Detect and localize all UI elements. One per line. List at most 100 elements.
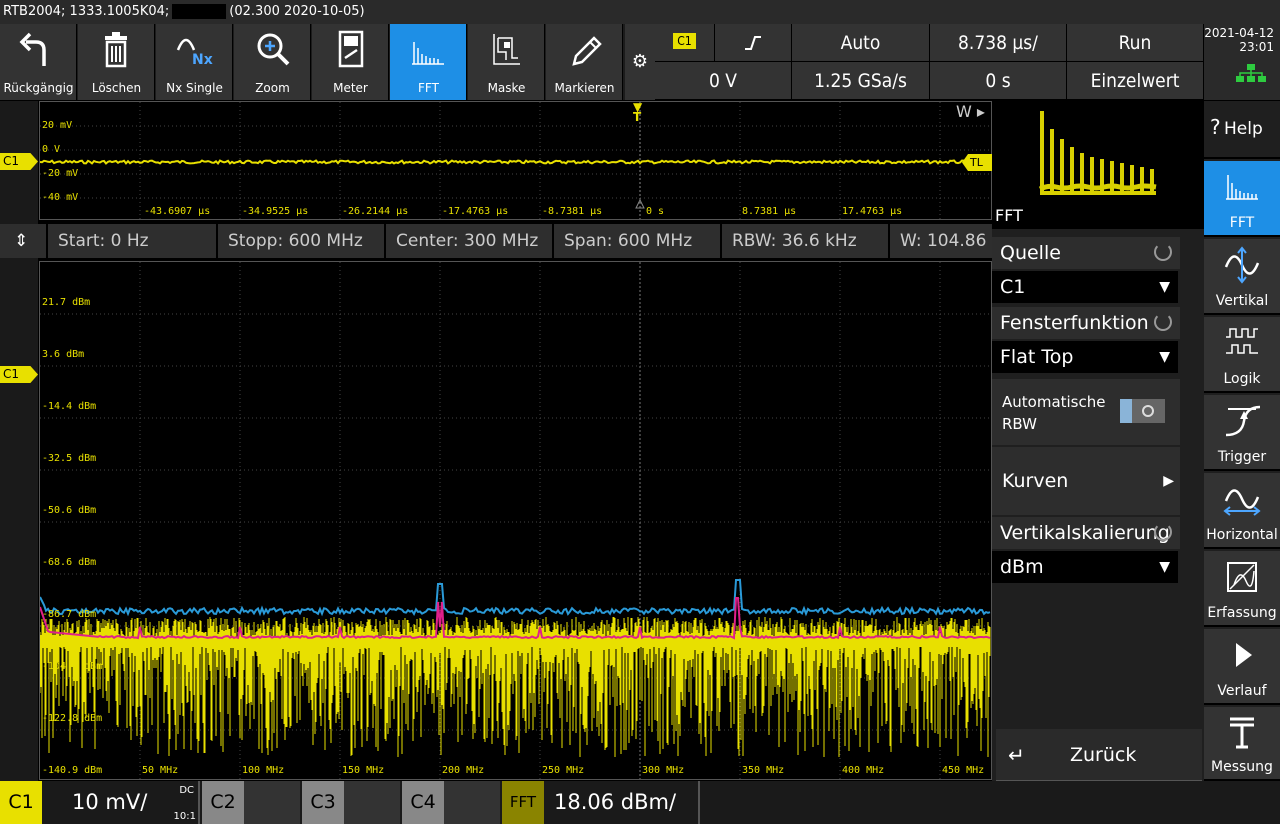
run-button[interactable]: Run [1067,24,1204,62]
fft-icon [1226,175,1258,200]
top-ylabel: -40 mV [42,192,79,203]
fft-channel-marker[interactable]: C1 [0,366,38,383]
channel-1-button[interactable]: C1 [0,781,42,824]
top-xlabel: -17.4763 µs [442,206,509,217]
fft-ylabel: -68.6 dBm [42,557,97,568]
meter-button[interactable]: Meter [312,24,389,100]
time-offset[interactable]: 0 s [930,62,1067,100]
delete-button[interactable]: Löschen [78,24,155,100]
back-button[interactable]: ↵ Zurück [996,729,1202,781]
fft-button[interactable]: FFT [390,24,467,100]
expand-arrows-icon[interactable]: ⇕ [0,224,48,258]
nav-fft[interactable]: FFT [1204,161,1280,237]
refresh-icon[interactable] [1154,523,1172,541]
curves-label: Kurven [1002,470,1069,492]
window-function-select[interactable]: Flat Top ▼ [992,341,1178,373]
marker-button[interactable]: Markieren [546,24,623,100]
refresh-icon[interactable] [1154,313,1172,331]
chevron-right-icon: ▶ [1163,473,1174,489]
nav-horizontal[interactable]: Horizontal [1204,473,1280,549]
trigger-mode[interactable]: Auto [792,24,930,62]
mask-button[interactable]: Maske [468,24,545,100]
gear-icon[interactable]: ⚙ [625,24,655,100]
trigger-slope[interactable] [715,24,792,62]
vertical-scale-select[interactable]: dBm ▼ [992,551,1178,583]
help-icon: ? [1210,115,1221,139]
fft-span[interactable]: Span: 600 MHz [554,224,722,258]
meter-label: Meter [333,81,368,95]
nav-acquisition[interactable]: Erfassung [1204,551,1280,627]
channel-1-settings[interactable]: 10 mV/ DC 10:1 [42,781,200,824]
trigger-level[interactable]: 0 V [655,62,792,100]
timebase[interactable]: 8.738 µs/ [930,24,1067,62]
fft-start[interactable]: Start: 0 Hz [48,224,218,258]
nav-measure[interactable]: Messung [1204,707,1280,781]
panel-empty-area [992,587,1180,727]
fft-preview-icon [1038,111,1157,195]
nx-single-button[interactable]: Nx Nx Single [156,24,233,100]
trigger-icon [1225,405,1261,437]
fft-window-time[interactable]: W: 104.86 µ [890,224,992,258]
nav-logic[interactable]: Logik [1204,317,1280,393]
nav-vertical-label: Vertikal [1215,293,1269,309]
top-xlabel: 17.4763 µs [842,206,903,217]
horizontal-icon [1223,489,1261,516]
source-value: C1 [1000,276,1026,298]
fft-spectrum-plot[interactable]: 21.7 dBm 3.6 dBm -14.4 dBm -32.5 dBm -50… [39,261,992,780]
fft-preview: FFT [992,101,1204,229]
auto-rbw-toggle[interactable] [1120,399,1165,423]
zoom-button[interactable]: Zoom [234,24,311,100]
nav-logic-label: Logik [1223,371,1261,387]
channel-indicator[interactable]: C1 [655,24,715,62]
curves-button[interactable]: Kurven ▶ [992,447,1180,515]
channel-bar: C1 10 mV/ DC 10:1 C2 C3 C4 FFT 18.06 dBm… [0,781,1280,824]
source-select[interactable]: C1 ▼ [992,271,1178,303]
nav-vertical[interactable]: Vertikal [1204,239,1280,315]
title-bar: RTB2004; 1333.1005K04; (02.300 2020-10-05… [0,0,1280,24]
channel-3-button[interactable]: C3 [302,781,344,824]
fft-ylabel: -14.4 dBm [42,401,97,412]
nav-horizontal-label: Horizontal [1206,527,1278,543]
trigger-level-marker[interactable]: TL [962,154,992,171]
fft-ylabel: -32.5 dBm [42,453,97,464]
channel-badge: C1 [673,33,696,49]
play-icon [1236,643,1252,667]
window-function-label-text: Fensterfunktion [1000,312,1149,334]
sample-rate[interactable]: 1.25 GSa/s [792,62,930,100]
help-button[interactable]: ? Help [1204,101,1280,159]
channel-2-settings[interactable] [244,781,300,824]
fft-stop[interactable]: Stopp: 600 MHz [218,224,386,258]
fft-info-bar: ⇕ Start: 0 Hz Stopp: 600 MHz Center: 300… [0,224,992,258]
channel-4-settings[interactable] [444,781,500,824]
fft-center[interactable]: Center: 300 MHz [386,224,554,258]
top-channel-marker[interactable]: C1 [0,153,38,170]
trigger-position-marker[interactable]: ▼ T [633,100,642,124]
delete-label: Löschen [91,81,142,95]
toolbar: Rückgängig Löschen Nx Nx Single Zoom Met… [0,24,625,100]
network-icon [1236,64,1266,82]
time-domain-overview[interactable]: 20 mV 0 V -20 mV -40 mV -43.6907 µs -34.… [39,100,992,220]
nav-measure-label: Messung [1211,759,1273,775]
vertical-scale-label: Vertikalskalierung [992,517,1180,549]
nav-fft-label: FFT [1229,215,1255,231]
channel-4-button[interactable]: C4 [402,781,444,824]
fft-channel-button[interactable]: FFT [502,781,544,824]
max-hold-trace [40,579,991,617]
undo-button[interactable]: Rückgängig [0,24,77,100]
channel-2-button[interactable]: C2 [202,781,244,824]
chevron-down-icon: ▼ [1159,349,1170,365]
left-strip [0,101,38,781]
channel-3-settings[interactable] [344,781,400,824]
refresh-icon[interactable] [1154,243,1172,261]
acquisition-icon [1227,562,1257,592]
single-button[interactable]: Einzelwert [1067,62,1204,100]
nav-trigger[interactable]: Trigger [1204,395,1280,471]
fft-rbw[interactable]: RBW: 36.6 kHz [722,224,890,258]
vertical-icon [1224,246,1260,284]
fft-xlabel: 200 MHz [442,765,485,776]
vertical-scale-label-text: Vertikalskalierung [1000,522,1170,544]
fft-scale[interactable]: 18.06 dBm/ [544,781,700,824]
marker-label: Markieren [554,81,615,95]
nav-acquisition-label: Erfassung [1207,605,1277,621]
nav-history[interactable]: Verlauf [1204,629,1280,705]
